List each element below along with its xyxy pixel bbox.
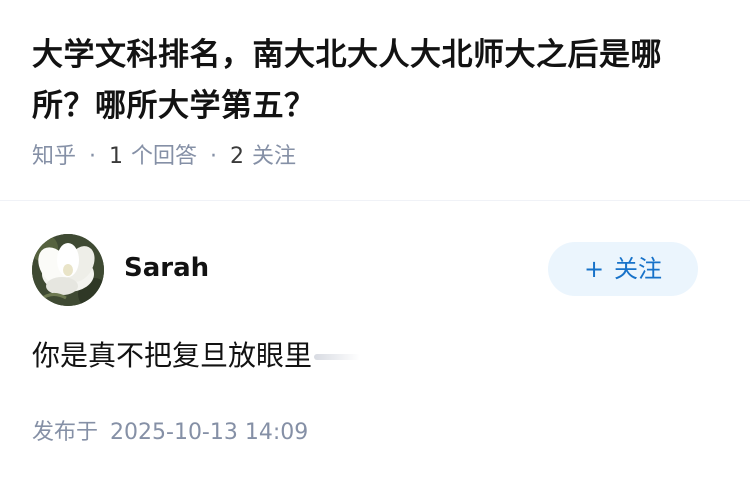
meta-separator: · (210, 144, 218, 169)
published-time: 2025-10-13 14:09 (110, 420, 309, 445)
answer-count-link[interactable]: 1 个回答 (109, 142, 197, 172)
question-meta: 知乎 · 1 个回答 · 2 关注 (32, 142, 722, 172)
follower-count-link[interactable]: 2 关注 (230, 142, 296, 172)
source-label[interactable]: 知乎 (32, 142, 76, 172)
section-divider (0, 200, 750, 201)
follower-count: 2 (230, 144, 245, 169)
truncation-fade (314, 354, 361, 360)
answer-count: 1 (109, 144, 124, 169)
published-label: 发布于 (32, 420, 99, 445)
author-name[interactable]: Sarah (124, 251, 209, 285)
follower-count-label: 关注 (252, 144, 297, 169)
answer-time: 发布于 2025-10-13 14:09 (32, 418, 308, 448)
question-title[interactable]: 大学文科排名，南大北大人大北师大之后是哪所？哪所大学第五？ (32, 30, 722, 132)
answer-content[interactable]: 你是真不把复旦放眼里 (32, 336, 361, 376)
follow-button-label: 关注 (614, 255, 663, 283)
question-header: 大学文科排名，南大北大人大北师大之后是哪所？哪所大学第五？ 知乎 · 1 个回答 … (32, 30, 722, 172)
answer-count-label: 个回答 (131, 144, 198, 169)
white-flower-avatar-icon (32, 234, 104, 306)
answer-author: Sarah + 关注 (32, 234, 698, 306)
follow-button[interactable]: + 关注 (548, 242, 698, 296)
avatar[interactable] (32, 234, 104, 306)
plus-icon: + (583, 255, 605, 283)
meta-separator: · (89, 144, 97, 169)
answer-text: 你是真不把复旦放眼里 (32, 339, 313, 372)
